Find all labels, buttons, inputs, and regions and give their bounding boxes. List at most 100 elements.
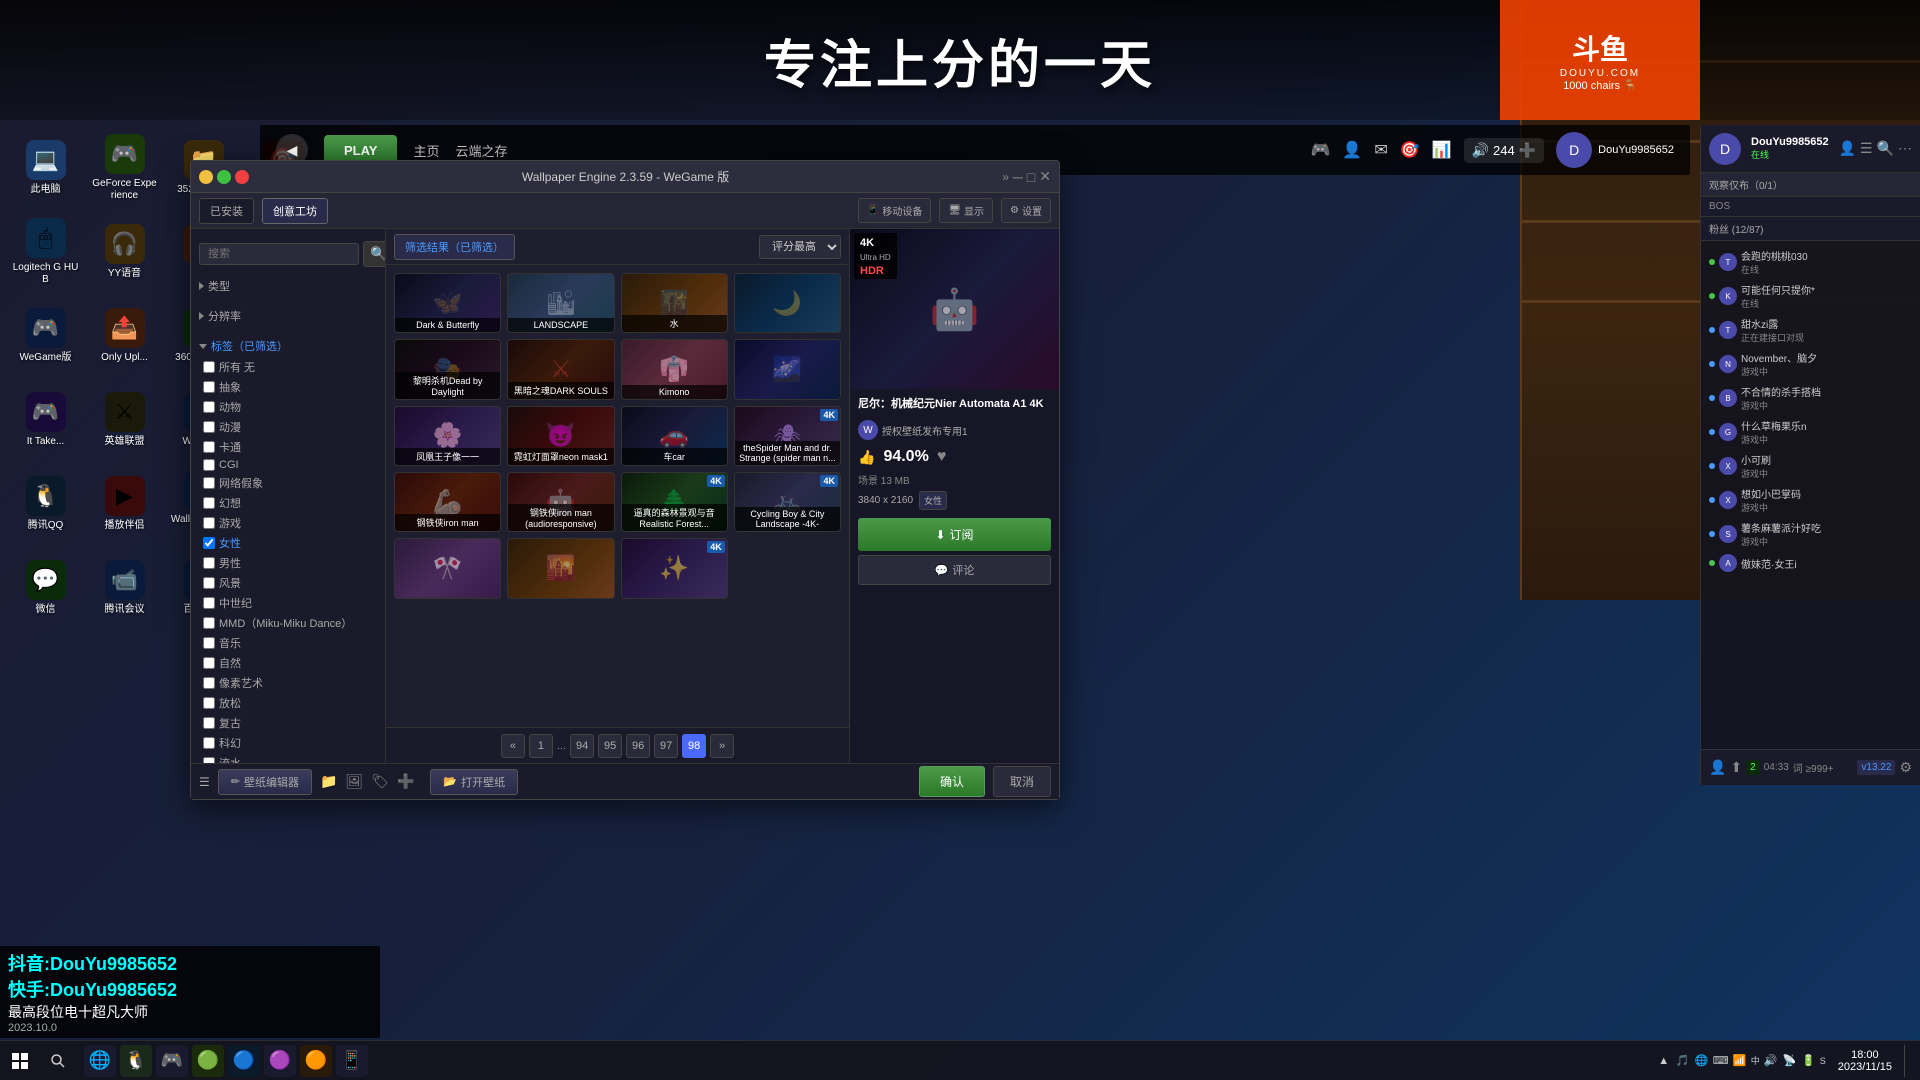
page-96[interactable]: 96 <box>626 734 650 758</box>
taskbar-search-button[interactable] <box>40 1041 76 1080</box>
settings-button[interactable]: ⚙ 设置 <box>1001 198 1051 223</box>
page-94[interactable]: 94 <box>570 734 594 758</box>
sys-chrome[interactable]: 🌐 <box>1694 1053 1710 1069</box>
page-98-active[interactable]: 98 <box>682 734 706 758</box>
game-bar-home[interactable]: 主页 <box>413 141 439 160</box>
we-close-icon[interactable]: ✕ <box>1039 168 1051 185</box>
game-bar-icon-4[interactable]: 🎯 <box>1400 140 1420 160</box>
tag-female-checkbox[interactable] <box>203 537 215 549</box>
game-bar-icon-1[interactable]: 🎮 <box>1310 140 1330 160</box>
wallpaper-item-9[interactable]: 🌸 凤凰王子像一一 <box>394 406 501 466</box>
game-score-plus[interactable]: ➕ <box>1519 142 1536 159</box>
tag-all-checkbox[interactable] <box>203 361 215 373</box>
tag-abstract[interactable]: 抽象 <box>199 377 377 397</box>
wallpaper-item-14[interactable]: 🤖 钢铁侠iron man (audioresponsive) <box>507 472 614 532</box>
taskbar-qq-icon[interactable]: 🐧 <box>120 1045 152 1077</box>
taskbar-orange-icon[interactable]: 🟠 <box>300 1045 332 1077</box>
search-input[interactable] <box>199 243 359 265</box>
tag-music[interactable]: 音乐 <box>199 633 377 653</box>
settings-bottom-icon[interactable]: ⚙ <box>1899 759 1912 776</box>
icon-bofang[interactable]: ▶ 播放伴侣 <box>87 464 162 544</box>
sys-network[interactable]: 📡 <box>1782 1053 1798 1069</box>
installed-tab[interactable]: 已安装 <box>199 198 254 224</box>
tag-cartoon[interactable]: 卡通 <box>199 437 377 457</box>
sys-5g[interactable]: 📶 <box>1732 1053 1748 1069</box>
sys-douyin[interactable]: 🎵 <box>1675 1053 1691 1069</box>
icon-geforce[interactable]: 🎮 GeForce Experience <box>87 128 162 208</box>
icon-lol[interactable]: ⚔ 英雄联盟 <box>87 380 162 460</box>
first-page-button[interactable]: « <box>501 734 525 758</box>
icon-ittake[interactable]: 🎮 It Take... <box>8 380 83 460</box>
tag-relaxing-checkbox[interactable] <box>203 697 215 709</box>
screen-icon[interactable]: 🖼 <box>345 773 363 790</box>
sys-battery[interactable]: 🔋 <box>1801 1053 1817 1069</box>
tag-all[interactable]: 所有 无 <box>199 357 377 377</box>
profile-icon[interactable]: 👤 <box>1709 759 1726 776</box>
tag-scifi[interactable]: 科幻 <box>199 733 377 753</box>
search-button[interactable]: 🔍 <box>363 241 386 267</box>
wallpaper-item-16[interactable]: 🚲 4K Cycling Boy & City Landscape -4K- <box>734 472 841 532</box>
tag-male-checkbox[interactable] <box>203 557 215 569</box>
folder-icon[interactable]: 📁 <box>320 773 337 790</box>
tag-cgi-checkbox[interactable] <box>203 459 215 471</box>
tag-retro-checkbox[interactable] <box>203 717 215 729</box>
tag-game-misc[interactable]: 网络假象 <box>199 473 377 493</box>
taskbar-purple-icon[interactable]: 🟣 <box>264 1045 296 1077</box>
wallpaper-item-18[interactable]: 🌇 <box>507 538 614 598</box>
wallpaper-item-17[interactable]: 🎌 <box>394 538 501 598</box>
game-bar-icon-5[interactable]: 📊 <box>1432 140 1452 160</box>
icon-qq[interactable]: 🐧 腾讯QQ <box>8 464 83 544</box>
taskbar-browser-icon[interactable]: 🌐 <box>84 1045 116 1077</box>
wallpaper-item-2[interactable]: 🏙 LANDSCAPE <box>507 273 614 333</box>
filter-resolution-header[interactable]: 分辨率 <box>199 305 377 327</box>
tag-pixel-checkbox[interactable] <box>203 677 215 689</box>
sys-icon-1[interactable]: ▲ <box>1656 1053 1672 1069</box>
tag-motion[interactable]: 动物 <box>199 397 377 417</box>
tag-music-checkbox[interactable] <box>203 637 215 649</box>
tag-anime[interactable]: 动漫 <box>199 417 377 437</box>
icon-this-pc[interactable]: 💻 此电脑 <box>8 128 83 208</box>
tag-icon[interactable]: 🏷 <box>371 773 389 790</box>
game-bar-icon-3[interactable]: ✉ <box>1374 140 1387 160</box>
wallpaper-item-13[interactable]: 🦾 钢铁侠iron man <box>394 472 501 532</box>
icon-only-upl[interactable]: 📤 Only Upl... <box>87 296 162 376</box>
taskbar-app-icon[interactable]: 📱 <box>336 1045 368 1077</box>
sort-select[interactable]: 评分最高 <box>759 235 841 259</box>
tag-waterfall[interactable]: 流水 <box>199 753 377 763</box>
start-button[interactable] <box>0 1041 40 1080</box>
wallpaper-item-7[interactable]: 👘 Kimono <box>621 339 728 399</box>
tag-scifi-checkbox[interactable] <box>203 737 215 749</box>
tag-female[interactable]: 女性 <box>199 533 377 553</box>
we-resize-icon[interactable]: □ <box>1027 169 1035 185</box>
tag-scenery-checkbox[interactable] <box>203 577 215 589</box>
open-wallpaper-button[interactable]: 📂 打开壁纸 <box>430 769 518 795</box>
wallpaper-item-19[interactable]: ✨ 4K <box>621 538 728 598</box>
tag-abstract-checkbox[interactable] <box>203 381 215 393</box>
tag-pixel[interactable]: 像素艺术 <box>199 673 377 693</box>
icon-tencent-meeting[interactable]: 📹 腾讯会议 <box>87 548 162 628</box>
tag-retro[interactable]: 复古 <box>199 713 377 733</box>
tag-mmd-checkbox[interactable] <box>203 617 215 629</box>
sys-input-mode[interactable]: 中 <box>1751 1054 1760 1067</box>
icon-yy[interactable]: 🎧 YY语音 <box>87 212 162 292</box>
plus-icon[interactable]: ➕ <box>397 773 414 790</box>
page-97[interactable]: 97 <box>654 734 678 758</box>
wallpaper-item-5[interactable]: 🎭 黎明杀机Dead by Daylight <box>394 339 501 399</box>
wallpaper-item-12[interactable]: 🕷 4K theSpider Man and dr. Strange (spid… <box>734 406 841 466</box>
last-page-button[interactable]: » <box>710 734 734 758</box>
wallpaper-item-11[interactable]: 🚗 车car <box>621 406 728 466</box>
tag-fantasy[interactable]: 幻想 <box>199 493 377 513</box>
icon-logitech[interactable]: 🖱 Logitech G HUB <box>8 212 83 292</box>
icon-weixin[interactable]: 💬 微信 <box>8 548 83 628</box>
sys-volume[interactable]: 🔊 <box>1763 1053 1779 1069</box>
user-avatar[interactable]: D <box>1556 132 1592 168</box>
taskbar-steam-icon[interactable]: 🎮 <box>156 1045 188 1077</box>
minimize-button[interactable] <box>199 170 213 184</box>
wallpaper-item-15[interactable]: 🌲 4K 逼真的森林景观与音Realistic Forest... <box>621 472 728 532</box>
display-button[interactable]: 🖥 显示 <box>939 198 993 223</box>
workshop-tab[interactable]: 创意工坊 <box>262 198 328 224</box>
tag-medieval-checkbox[interactable] <box>203 597 215 609</box>
tag-cgi[interactable]: CGI <box>199 457 377 473</box>
close-button[interactable] <box>235 170 249 184</box>
filter-results-button[interactable]: 筛选结果（已筛选） <box>394 234 515 260</box>
